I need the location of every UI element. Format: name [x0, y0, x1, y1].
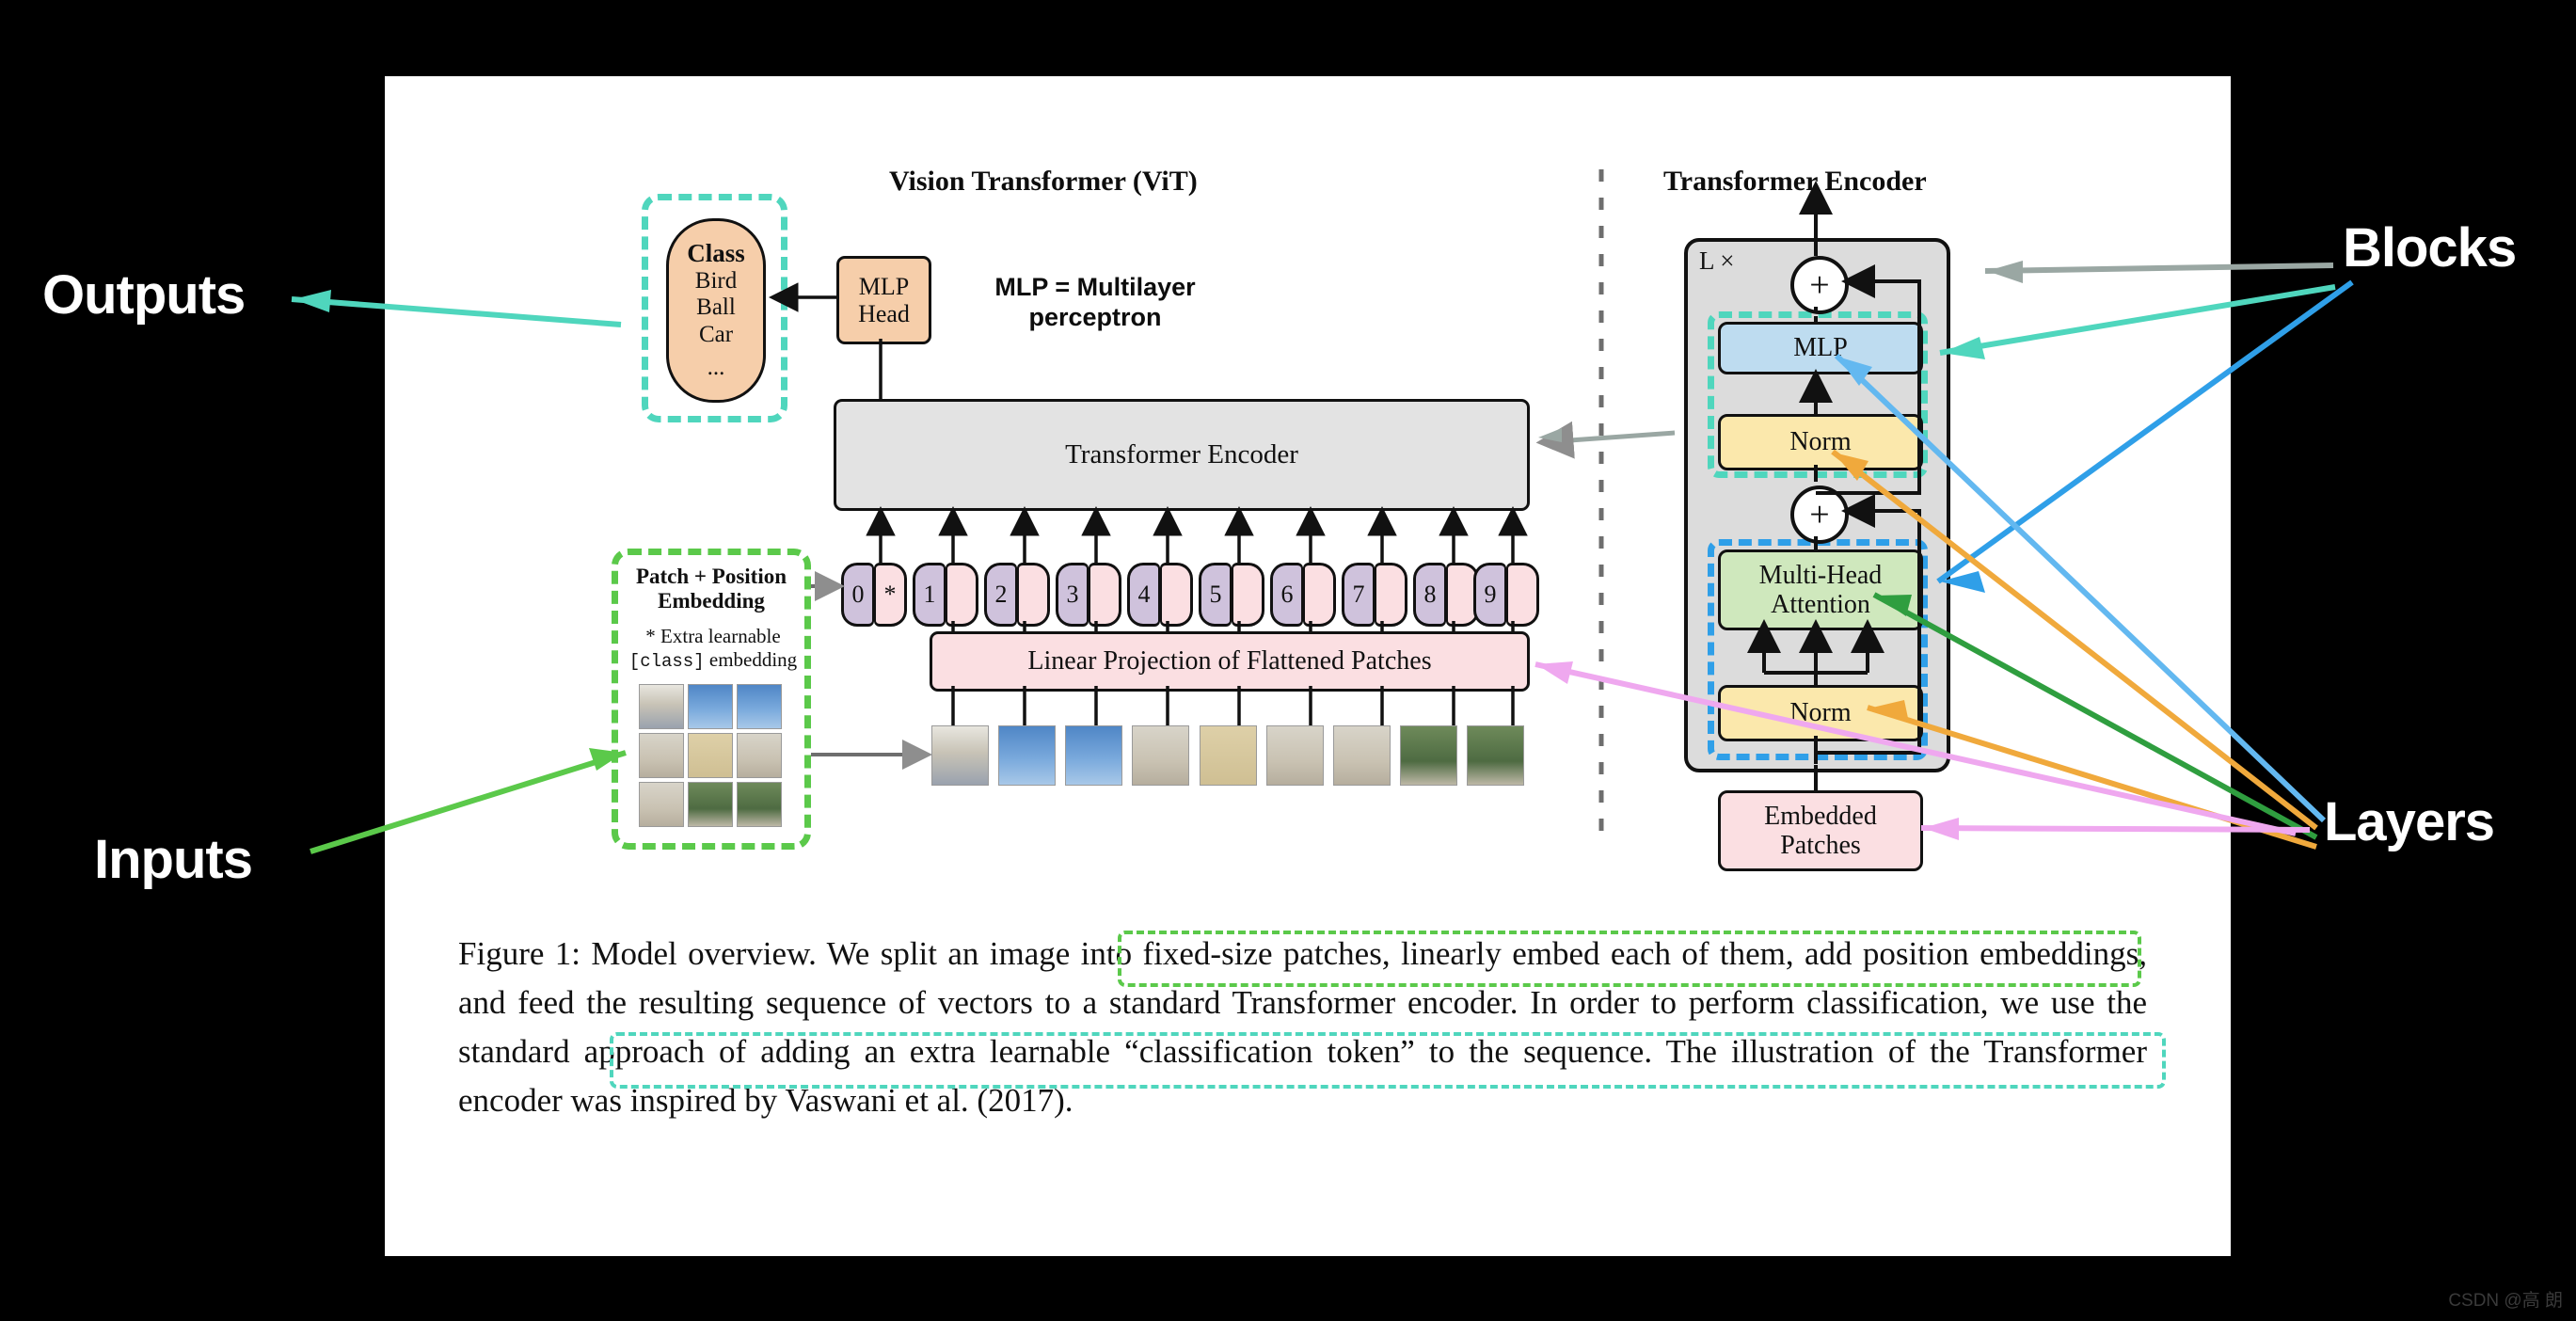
source-patch-7: [688, 782, 733, 827]
linear-projection-bar: Linear Projection of Flattened Patches: [930, 631, 1530, 692]
flattened-patch-2: [1065, 725, 1123, 786]
class-item-ball: Ball: [696, 294, 736, 321]
position-embedding-4: 4: [1127, 563, 1160, 627]
encoder-title: Transformer Encoder: [1663, 166, 1927, 197]
patch-embedding-9: [1506, 563, 1539, 627]
source-patch-1: [688, 684, 733, 729]
caption-highlight-teal: [610, 1032, 2166, 1089]
token-4: 4: [1127, 563, 1193, 627]
token-0: 0 *: [841, 563, 907, 627]
patch-position-title: Patch + Position Embedding: [619, 565, 803, 614]
patch-embedding-2: [1017, 563, 1050, 627]
token-sequence: 0 * 1 2 3 4 5 6 7 8 9: [841, 563, 1539, 627]
embedded-line1: Embedded: [1764, 801, 1877, 831]
class-heading: Class: [687, 239, 745, 268]
class-output-box: Class Bird Ball Car ...: [666, 218, 766, 403]
position-embedding-5: 5: [1199, 563, 1232, 627]
patch-position-note: * Extra learnable [class] embedding: [619, 625, 807, 672]
flattened-patch-4: [1199, 725, 1257, 786]
patch-embedding-0: *: [874, 563, 907, 627]
class-token-mono: [class]: [628, 650, 705, 672]
source-patch-8: [737, 782, 782, 827]
annotation-layers: Layers: [2324, 791, 2495, 852]
patch-position-note-line1: * Extra learnable: [645, 625, 781, 647]
source-patch-3: [639, 733, 684, 778]
embedded-line2: Patches: [1780, 831, 1861, 860]
mlp-head-line1: MLP: [858, 272, 910, 300]
encoder-attention-block: Multi-Head Attention: [1718, 549, 1923, 630]
position-embedding-0: 0: [841, 563, 874, 627]
patch-embedding-3: [1089, 563, 1121, 627]
flattened-patch-5: [1265, 725, 1324, 786]
encoder-norm-top: Norm: [1718, 414, 1923, 470]
source-patch-5: [737, 733, 782, 778]
token-9: 9: [1473, 563, 1539, 627]
token-2: 2: [984, 563, 1050, 627]
annotation-blocks: Blocks: [2343, 217, 2517, 279]
encoder-norm-bottom: Norm: [1718, 685, 1923, 741]
source-patch-4: [688, 733, 733, 778]
flattened-patch-0: [931, 725, 989, 786]
token-7: 7: [1342, 563, 1407, 627]
patch-embedding-6: [1303, 563, 1336, 627]
residual-add-top: +: [1790, 256, 1849, 314]
flattened-patch-1: [998, 725, 1057, 786]
position-embedding-1: 1: [913, 563, 946, 627]
source-patch-2: [737, 684, 782, 729]
position-embedding-7: 7: [1342, 563, 1375, 627]
mlp-definition-note: MLP = Multilayer perceptron: [994, 273, 1196, 331]
mlp-head-line2: Head: [858, 300, 910, 327]
position-embedding-2: 2: [984, 563, 1017, 627]
encoder-mlp-block: MLP: [1718, 322, 1923, 374]
token-1: 1: [913, 563, 978, 627]
source-patch-6: [639, 782, 684, 827]
annotation-inputs: Inputs: [94, 829, 253, 890]
patch-position-title-line1: Patch + Position: [635, 565, 787, 588]
caption-highlight-green: [1118, 931, 2141, 987]
position-embedding-3: 3: [1056, 563, 1089, 627]
embedded-patches-block: Embedded Patches: [1718, 790, 1923, 871]
patch-embedding-4: [1160, 563, 1193, 627]
token-3: 3: [1056, 563, 1121, 627]
flattened-patch-8: [1467, 725, 1524, 786]
flattened-patch-3: [1132, 725, 1190, 786]
attention-line1: Multi-Head: [1758, 560, 1883, 590]
position-embedding-9: 9: [1473, 563, 1506, 627]
watermark: CSDN @高 朗: [2448, 1291, 2563, 1311]
patch-thumbnail-strip: [931, 725, 1524, 786]
token-8: 8: [1413, 563, 1479, 627]
attention-line2: Attention: [1771, 590, 1870, 619]
class-item-bird: Bird: [694, 267, 738, 294]
flattened-patch-6: [1332, 725, 1391, 786]
position-embedding-8: 8: [1413, 563, 1446, 627]
token-6: 6: [1270, 563, 1336, 627]
source-patch-0: [639, 684, 684, 729]
class-ellipsis: ...: [707, 355, 725, 381]
source-image-grid: [639, 684, 782, 827]
patch-position-note-line2: embedding: [704, 647, 798, 671]
patch-embedding-7: [1375, 563, 1407, 627]
patch-embedding-1: [946, 563, 978, 627]
mlp-head-box: MLP Head: [836, 256, 931, 344]
patch-position-title-line2: Embedding: [658, 589, 765, 613]
annotation-outputs: Outputs: [42, 264, 246, 326]
patch-embedding-5: [1232, 563, 1264, 627]
token-5: 5: [1199, 563, 1264, 627]
encoder-repeat-label: L ×: [1699, 247, 1735, 275]
flattened-patch-7: [1399, 725, 1457, 786]
position-embedding-6: 6: [1270, 563, 1303, 627]
residual-add-mid: +: [1790, 485, 1849, 544]
vit-title: Vision Transformer (ViT): [889, 166, 1198, 197]
class-item-car: Car: [698, 321, 734, 347]
transformer-encoder-bar: Transformer Encoder: [834, 399, 1530, 511]
